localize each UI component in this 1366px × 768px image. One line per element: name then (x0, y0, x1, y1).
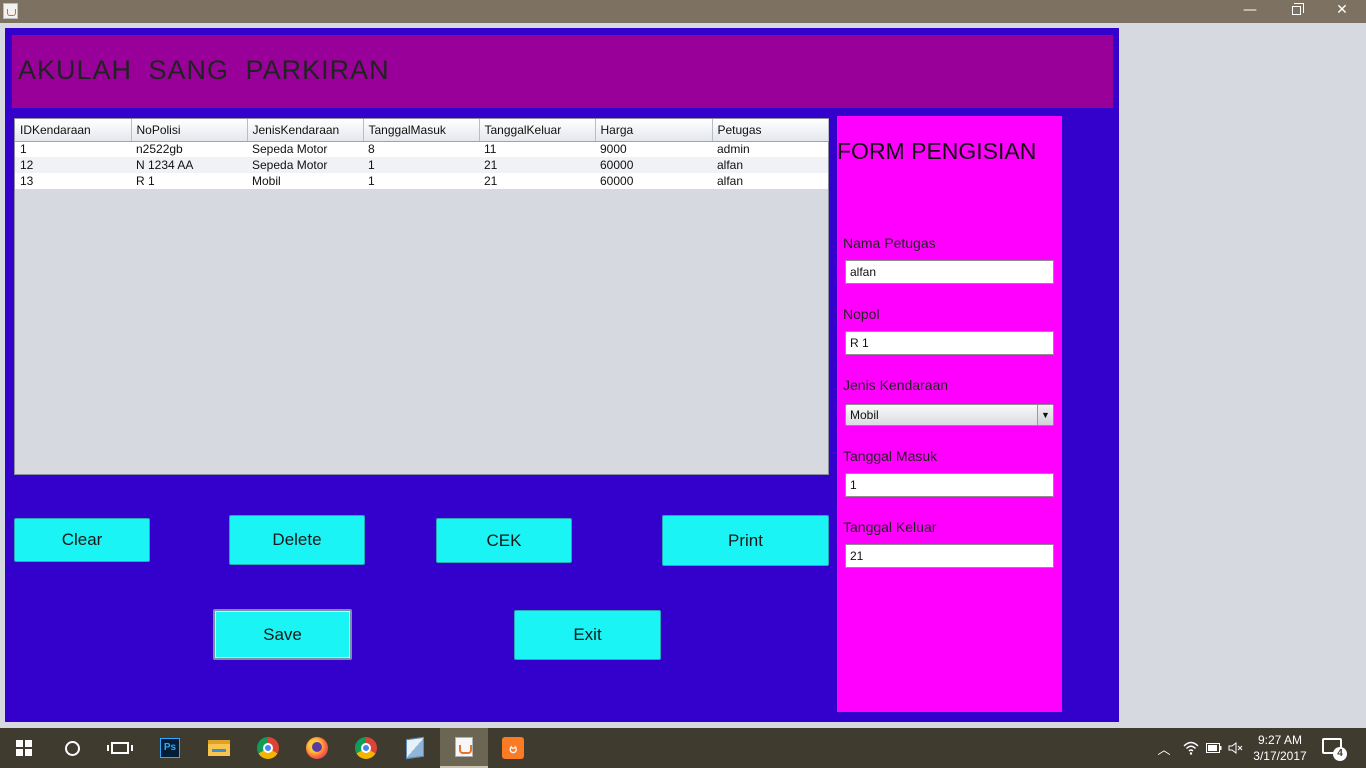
notification-count-badge: 4 (1333, 747, 1347, 761)
nopol-label: Nopol (843, 306, 880, 322)
table-cell: alfan (712, 157, 828, 173)
photoshop-icon: Ps (160, 738, 180, 758)
wifi-tray-icon[interactable] (1180, 728, 1202, 768)
table-row[interactable]: 13 R 1 Mobil 1 21 60000 alfan (15, 173, 828, 189)
jenis-kendaraan-select[interactable]: Mobil ▼ (845, 404, 1054, 426)
table-cell: n2522gb (131, 141, 247, 157)
clock-date: 3/17/2017 (1253, 749, 1307, 763)
tanggal-keluar-label: Tanggal Keluar (843, 519, 937, 535)
taskbar-file-explorer[interactable] (195, 728, 243, 768)
app-main-panel: AKULAH SANG PARKIRAN IDKendaraan NoPolis… (5, 28, 1119, 722)
dropdown-arrow-icon[interactable]: ▼ (1037, 405, 1053, 425)
table-cell: 60000 (595, 173, 712, 189)
delete-button[interactable]: Delete (229, 515, 365, 565)
volume-tray-icon[interactable] (1226, 728, 1246, 768)
parking-table[interactable]: IDKendaraan NoPolisi JenisKendaraan Tang… (14, 118, 829, 475)
table-cell: 21 (479, 157, 595, 173)
table-cell: 9000 (595, 141, 712, 157)
table-cell: Mobil (247, 173, 363, 189)
print-button[interactable]: Print (662, 515, 829, 566)
column-header-jeniskendaraan[interactable]: JenisKendaraan (247, 119, 364, 142)
table-row[interactable]: 1 n2522gb Sepeda Motor 8 11 9000 admin (15, 141, 828, 157)
table-cell: Sepeda Motor (247, 157, 363, 173)
taskbar-chrome-2[interactable] (342, 728, 390, 768)
form-title: FORM PENGISIAN (837, 138, 1037, 164)
exit-button[interactable]: Exit (514, 610, 661, 660)
xampp-icon: ဗ (502, 737, 524, 759)
table-cell: Sepeda Motor (247, 141, 363, 157)
column-header-harga[interactable]: Harga (595, 119, 713, 142)
taskbar-clock[interactable]: 9:27 AM 3/17/2017 (1247, 732, 1313, 764)
table-cell: alfan (712, 173, 828, 189)
table-cell: 11 (479, 141, 595, 157)
firefox-icon (306, 737, 328, 759)
table-cell: 60000 (595, 157, 712, 173)
maximize-button[interactable] (1273, 0, 1319, 23)
chrome-icon (257, 737, 279, 759)
nama-petugas-field[interactable]: alfan (845, 260, 1054, 284)
column-header-idkendaraan[interactable]: IDKendaraan (15, 119, 132, 142)
nama-petugas-label: Nama Petugas (843, 235, 936, 251)
start-button[interactable] (0, 728, 48, 768)
table-cell: 1 (363, 173, 479, 189)
battery-tray-icon[interactable] (1203, 728, 1225, 768)
java-icon (455, 737, 473, 757)
virtualbox-icon (406, 736, 424, 760)
cortana-search-icon (64, 740, 80, 756)
table-cell: 8 (363, 141, 479, 157)
file-explorer-icon (208, 740, 230, 756)
restore-icon (1291, 3, 1304, 15)
column-header-nopolisi[interactable]: NoPolisi (131, 119, 248, 142)
task-view-button[interactable] (96, 728, 144, 768)
task-view-icon (107, 742, 133, 754)
table-cell: N 1234 AA (131, 157, 247, 173)
volume-muted-icon (1228, 742, 1243, 754)
taskbar-chrome[interactable] (244, 728, 292, 768)
taskbar-java-app[interactable] (440, 728, 488, 768)
java-app-icon (3, 3, 18, 19)
table-cell: 21 (479, 173, 595, 189)
minimize-button[interactable]: — (1227, 0, 1273, 23)
table-cell: admin (712, 141, 828, 157)
windows-taskbar: Ps ဗ ︿ 9:27 AM 3/17/2017 4 (0, 728, 1366, 768)
page-title: AKULAH SANG PARKIRAN (18, 55, 390, 85)
column-header-tanggalmasuk[interactable]: TanggalMasuk (363, 119, 480, 142)
table-cell: 1 (15, 141, 131, 157)
clear-button[interactable]: Clear (14, 518, 150, 562)
table-header-row: IDKendaraan NoPolisi JenisKendaraan Tang… (15, 119, 829, 142)
nopol-field[interactable]: R 1 (845, 331, 1054, 355)
wifi-icon (1183, 741, 1199, 755)
battery-icon (1206, 743, 1222, 753)
table-cell: R 1 (131, 173, 247, 189)
column-header-tanggalkeluar[interactable]: TanggalKeluar (479, 119, 596, 142)
jenis-kendaraan-label: Jenis Kendaraan (843, 377, 949, 393)
table-cell: 12 (15, 157, 131, 173)
column-header-petugas[interactable]: Petugas (712, 119, 829, 142)
taskbar-photoshop[interactable]: Ps (146, 728, 194, 768)
taskbar-virtualbox[interactable] (391, 728, 439, 768)
close-button[interactable]: ✕ (1319, 0, 1365, 23)
window-title-bar: — ✕ (0, 0, 1366, 23)
jenis-kendaraan-selected: Mobil (850, 408, 879, 422)
header-banner: AKULAH SANG PARKIRAN (12, 35, 1113, 108)
taskbar-firefox[interactable] (293, 728, 341, 768)
tanggal-masuk-field[interactable]: 1 (845, 473, 1054, 497)
table-cell: 13 (15, 173, 131, 189)
table-row[interactable]: 12 N 1234 AA Sepeda Motor 1 21 60000 alf… (15, 157, 828, 173)
windows-start-icon (16, 740, 32, 756)
clock-time: 9:27 AM (1257, 733, 1303, 747)
chrome-icon (355, 737, 377, 759)
tanggal-keluar-field[interactable]: 21 (845, 544, 1054, 568)
form-panel: FORM PENGISIAN Nama Petugas alfan Nopol … (837, 116, 1062, 712)
taskbar-xampp[interactable]: ဗ (489, 728, 537, 768)
table-cell: 1 (363, 157, 479, 173)
cortana-button[interactable] (48, 728, 96, 768)
save-button[interactable]: Save (213, 609, 352, 660)
cek-button[interactable]: CEK (436, 518, 572, 563)
show-hidden-icons-button[interactable]: ︿ (1155, 728, 1173, 768)
chevron-up-icon: ︿ (1157, 741, 1171, 757)
tanggal-masuk-label: Tanggal Masuk (843, 448, 938, 464)
